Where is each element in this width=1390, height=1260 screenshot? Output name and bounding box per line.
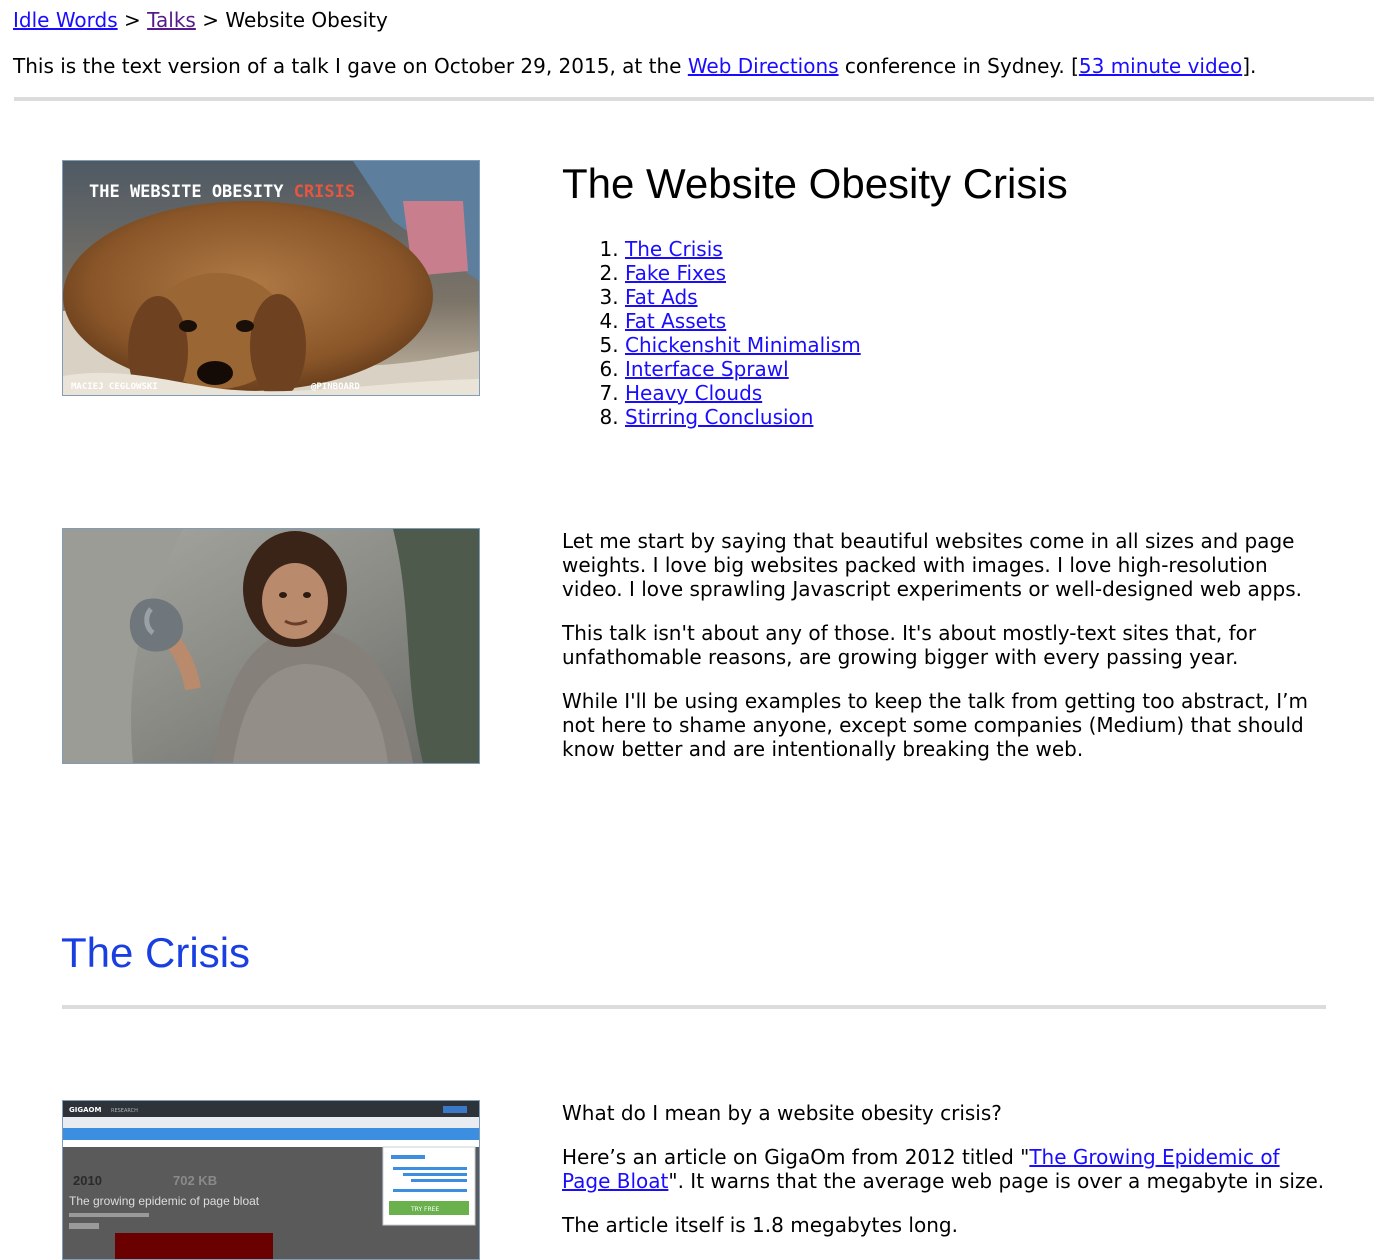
breadcrumb-separator: >: [117, 8, 148, 32]
gigaom-section: RESEARCH: [111, 1108, 138, 1114]
toc-item: Fat Assets: [625, 309, 861, 333]
toc-link-fat-assets[interactable]: Fat Assets: [625, 309, 726, 333]
page-title: The Website Obesity Crisis: [562, 160, 1068, 207]
paragraph: Here’s an article on GigaOm from 2012 ti…: [562, 1145, 1332, 1193]
breadcrumb-current: Website Obesity: [225, 8, 388, 32]
gigaom-size: 702 KB: [173, 1173, 217, 1188]
toc-item: Interface Sprawl: [625, 357, 861, 381]
paragraph: While I'll be using examples to keep the…: [562, 689, 1308, 761]
paragraph-text: Here’s an article on GigaOm from 2012 ti…: [562, 1145, 1030, 1169]
section-divider: [62, 1005, 1326, 1009]
intro-text: conference in Sydney. [: [838, 54, 1079, 78]
breadcrumb: Idle Words > Talks > Website Obesity: [13, 8, 388, 32]
toc-item: Stirring Conclusion: [625, 405, 861, 429]
breadcrumb-separator: >: [195, 8, 226, 32]
paragraph: This talk isn't about any of those. It's…: [562, 621, 1257, 669]
web-directions-link[interactable]: Web Directions: [688, 54, 839, 78]
toc-item: Heavy Clouds: [625, 381, 861, 405]
paragraph-text: ". It warns that the average web page is…: [668, 1169, 1325, 1193]
title-slide-image: THE WEBSITE OBESITY CRISIS MACIEJ CEGLOW…: [62, 160, 480, 396]
top-divider: [14, 97, 1374, 101]
paragraph: The article itself is 1.8 megabytes long…: [562, 1213, 958, 1237]
toc-link-stirring-conclusion[interactable]: Stirring Conclusion: [625, 405, 813, 429]
toc-link-fat-ads[interactable]: Fat Ads: [625, 285, 698, 309]
slide-handle-text: @PINBOARD: [311, 382, 360, 392]
toc-link-chickenshit-minimalism[interactable]: Chickenshit Minimalism: [625, 333, 861, 357]
table-of-contents: The Crisis Fake Fixes Fat Ads Fat Assets…: [596, 237, 861, 429]
intro-text: ].: [1242, 54, 1257, 78]
slide-title-text: THE WEBSITE OBESITY CRISIS: [89, 182, 355, 202]
toc-item: Fake Fixes: [625, 261, 861, 285]
breadcrumb-talks-link[interactable]: Talks: [147, 8, 196, 32]
paragraph: Let me start by saying that beautiful we…: [562, 529, 1302, 601]
crisis-paragraphs: What do I mean by a website obesity cris…: [562, 1101, 1332, 1257]
section-heading-the-crisis: The Crisis: [61, 929, 251, 976]
toc-link-interface-sprawl[interactable]: Interface Sprawl: [625, 357, 789, 381]
gigaom-year: 2010: [73, 1173, 102, 1188]
intro-text: This is the text version of a talk I gav…: [13, 54, 688, 78]
paragraph: What do I mean by a website obesity cris…: [562, 1101, 1002, 1125]
toc-item: Fat Ads: [625, 285, 861, 309]
gigaom-screenshot-image: GIGAOM RESEARCH 2010 702 KB The growing …: [62, 1100, 480, 1260]
toc-link-fake-fixes[interactable]: Fake Fixes: [625, 261, 726, 285]
slide-author-text: MACIEJ CEGLOWSKI: [71, 382, 158, 392]
toc-link-heavy-clouds[interactable]: Heavy Clouds: [625, 381, 762, 405]
gigaom-brand: GIGAOM: [69, 1106, 101, 1114]
intro-line: This is the text version of a talk I gav…: [13, 54, 1256, 78]
video-link[interactable]: 53 minute video: [1079, 54, 1242, 78]
gigaom-headline: The growing epidemic of page bloat: [69, 1194, 260, 1208]
toc-item: Chickenshit Minimalism: [625, 333, 861, 357]
toc-link-the-crisis[interactable]: The Crisis: [625, 237, 723, 261]
gigaom-try-free: TRY FREE: [410, 1206, 439, 1213]
giant-with-rock-image: [62, 528, 480, 764]
toc-item: The Crisis: [625, 237, 861, 261]
breadcrumb-idle-words-link[interactable]: Idle Words: [13, 8, 118, 32]
intro-paragraphs: Let me start by saying that beautiful we…: [562, 529, 1332, 781]
